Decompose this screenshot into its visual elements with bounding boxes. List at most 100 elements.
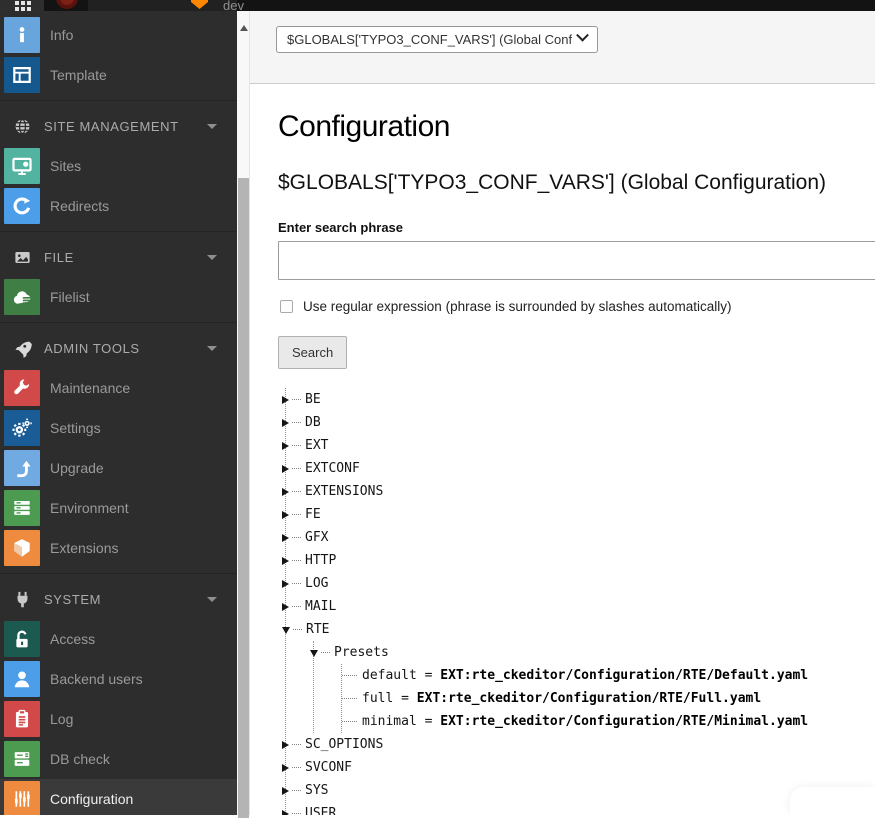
search-button[interactable]: Search — [278, 336, 347, 369]
tree-node-label: USER — [305, 806, 336, 815]
collapse-icon[interactable] — [310, 650, 318, 657]
collapse-icon[interactable] — [282, 627, 290, 634]
sidebar-item-configuration[interactable]: Configuration — [0, 779, 237, 815]
chevron-down-icon — [576, 29, 589, 42]
expand-icon[interactable] — [282, 787, 289, 795]
sidebar-item-environment[interactable]: Environment — [0, 488, 237, 528]
section-header-file[interactable]: FILE — [0, 237, 237, 277]
tree-row-user[interactable]: USER — [286, 802, 875, 815]
sidebar-item-maintenance[interactable]: Maintenance — [0, 368, 237, 408]
tree-node-user: USER — [286, 802, 875, 815]
tree-node-fe: FE — [286, 503, 875, 526]
tree-row-gfx[interactable]: GFX — [286, 526, 875, 549]
globe-icon — [13, 117, 32, 136]
sidebar-item-template[interactable]: Template — [0, 55, 237, 95]
sidebar-item-label: Sites — [50, 158, 81, 174]
expand-icon[interactable] — [282, 511, 289, 519]
sidebar-item-backend-users[interactable]: Backend users — [0, 659, 237, 699]
sidebar-item-label: Extensions — [50, 540, 118, 556]
search-input[interactable] — [278, 241, 875, 280]
expand-icon[interactable] — [282, 557, 289, 565]
modules-menu-button[interactable] — [0, 0, 44, 11]
sidebar-section-admin-tools: ADMIN TOOLSMaintenance Settings UpgradeEnv… — [0, 322, 237, 568]
tree-row-extconf[interactable]: EXTCONF — [286, 457, 875, 480]
sidebar-item-extensions[interactable]: Extensions — [0, 528, 237, 568]
sidebar-item-redirects[interactable]: Redirects — [0, 186, 237, 226]
sidebar-item-upgrade[interactable]: Upgrade — [0, 448, 237, 488]
expand-icon[interactable] — [282, 741, 289, 749]
tree-row-http[interactable]: HTTP — [286, 549, 875, 572]
expand-icon[interactable] — [282, 442, 289, 450]
scrollbar-thumb[interactable] — [238, 178, 249, 818]
tree-node-label: BE — [305, 392, 321, 407]
module-menu-scrollbar[interactable] — [237, 11, 250, 815]
tree-node-sys: SYS — [286, 779, 875, 802]
typo3-logo-badge[interactable] — [56, 0, 78, 9]
sites-icon — [11, 155, 33, 177]
expand-icon[interactable] — [282, 534, 289, 542]
tree-row-extensions[interactable]: EXTENSIONS — [286, 480, 875, 503]
tree-row-full[interactable]: full = EXT:rte_ckeditor/Configuration/RT… — [342, 687, 875, 710]
tree-node-extconf: EXTCONF — [286, 457, 875, 480]
tree-node-mail: MAIL — [286, 595, 875, 618]
expand-icon[interactable] — [282, 764, 289, 772]
tree-node-label: Presets — [334, 645, 389, 660]
tree-row-sc_options[interactable]: SC_OPTIONS — [286, 733, 875, 756]
expand-icon[interactable] — [282, 603, 289, 611]
sidebar-item-sites[interactable]: Sites — [0, 146, 237, 186]
server-stack-icon — [11, 497, 33, 519]
tree-row-ext[interactable]: EXT — [286, 434, 875, 457]
topbar-version-section[interactable]: 10.0.0-dev — [88, 0, 237, 11]
caret-down-icon — [207, 346, 217, 351]
expand-icon[interactable] — [282, 396, 289, 404]
sidebar-item-access[interactable]: Access — [0, 619, 237, 659]
regex-checkbox[interactable] — [280, 300, 293, 313]
tree-row-mail[interactable]: MAIL — [286, 595, 875, 618]
expand-icon[interactable] — [282, 465, 289, 473]
sidebar-item-log[interactable]: Log — [0, 699, 237, 739]
tree-row-be[interactable]: BE — [286, 388, 875, 411]
expand-icon[interactable] — [282, 488, 289, 496]
section-header-admin-tools[interactable]: ADMIN TOOLS — [0, 328, 237, 368]
tree-node-label: SYS — [305, 783, 328, 798]
tree-row-sys[interactable]: SYS — [286, 779, 875, 802]
configuration-selector-dropdown[interactable]: $GLOBALS['TYPO3_CONF_VARS'] (Global Conf… — [276, 26, 598, 53]
scroll-up-arrow-icon[interactable] — [240, 25, 248, 31]
tree-row-db[interactable]: DB — [286, 411, 875, 434]
modules-grid-icon — [15, 0, 32, 11]
selector-value: $GLOBALS['TYPO3_CONF_VARS'] (Global Conf… — [287, 32, 572, 47]
section-header-site-management[interactable]: SITE MANAGEMENT — [0, 106, 237, 146]
tree-node-gfx: GFX — [286, 526, 875, 549]
tree-node-label: DB — [305, 415, 321, 430]
tree-node-label: RTE — [306, 622, 329, 637]
section-label: SYSTEM — [44, 592, 101, 607]
tree-row-fe[interactable]: FE — [286, 503, 875, 526]
sidebar-item-filelist[interactable]: Filelist — [0, 277, 237, 317]
tree-node-label: MAIL — [305, 599, 336, 614]
tree-row-default[interactable]: default = EXT:rte_ckeditor/Configuration… — [342, 664, 875, 687]
expand-icon[interactable] — [282, 419, 289, 427]
sidebar-section-file: FILEFilelist — [0, 231, 237, 317]
sidebar-item-label: Settings — [50, 420, 101, 436]
clipboard-icon — [11, 708, 33, 730]
expand-icon[interactable] — [282, 810, 289, 816]
sidebar-item-settings[interactable]: Settings — [0, 408, 237, 448]
tree-row-rte[interactable]: RTE — [286, 618, 875, 641]
tree-row-minimal[interactable]: minimal = EXT:rte_ckeditor/Configuration… — [342, 710, 875, 733]
doc-header: $GLOBALS['TYPO3_CONF_VARS'] (Global Conf… — [250, 11, 875, 84]
sidebar-section-system: SYSTEM AccessBackend usersLogDB checkConf… — [0, 573, 237, 815]
tree-row-log[interactable]: LOG — [286, 572, 875, 595]
sidebar-item-info[interactable]: Info — [0, 15, 237, 55]
expand-icon[interactable] — [282, 580, 289, 588]
tree-row-svconf[interactable]: SVCONF — [286, 756, 875, 779]
sidebar-section-site-management: SITE MANAGEMENT Sites Redirects — [0, 100, 237, 226]
section-header-system[interactable]: SYSTEM — [0, 579, 237, 619]
tree-node-label: SVCONF — [305, 760, 352, 775]
tree-row-presets[interactable]: Presets — [314, 641, 875, 664]
tree-node-label: minimal = EXT:rte_ckeditor/Configuration… — [362, 714, 808, 729]
sidebar-item-db-check[interactable]: DB check — [0, 739, 237, 779]
tree-node-log: LOG — [286, 572, 875, 595]
version-label: 10.0.0-dev — [223, 0, 263, 11]
tree-node-ext: EXT — [286, 434, 875, 457]
leaf-connector — [342, 675, 357, 676]
